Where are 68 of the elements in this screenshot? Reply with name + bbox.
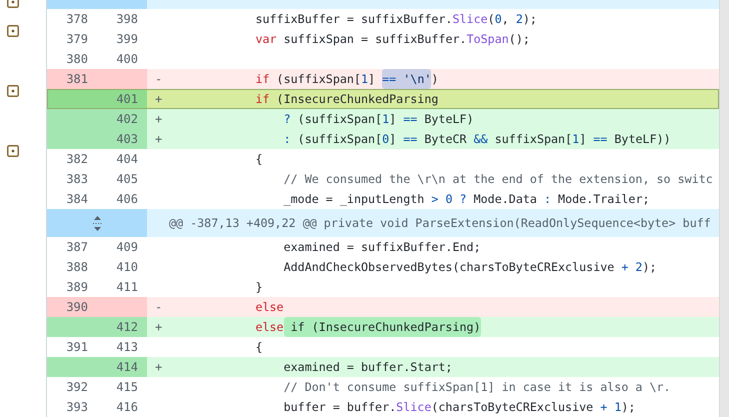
code-line: else bbox=[254, 299, 284, 316]
line-number: 379 bbox=[66, 31, 88, 48]
diff-row[interactable]: 412 + else if (InsecureChunkedParsing) bbox=[47, 317, 719, 337]
diff-sign: + bbox=[155, 132, 162, 146]
line-number: 415 bbox=[116, 379, 138, 396]
line-number: 409 bbox=[116, 239, 138, 256]
code-line: { bbox=[254, 151, 262, 168]
code-line: if (suffixSpan[1] == '\n') bbox=[171, 69, 438, 89]
diff-row[interactable]: 403 + : (suffixSpan[0] == ByteCR && suffixSpan[1] == ByteLF)) bbox=[47, 129, 719, 149]
code-line: // We consumed the \r\n at the end of the extension, so switc bbox=[282, 171, 713, 188]
diff-row[interactable]: 401 + if (InsecureChunkedParsing bbox=[47, 89, 719, 109]
line-number: 388 bbox=[66, 259, 88, 276]
scrollbar[interactable] bbox=[719, 0, 729, 417]
line-number: 401 bbox=[116, 91, 138, 108]
line-number: 404 bbox=[116, 151, 138, 168]
line-number: 413 bbox=[116, 339, 138, 356]
diff-row[interactable]: 402 + ? (suffixSpan[1] == ByteLF) bbox=[47, 109, 719, 129]
code-line: { bbox=[254, 339, 262, 356]
line-number: 387 bbox=[66, 239, 88, 256]
line-number: 416 bbox=[116, 399, 138, 416]
line-number: 400 bbox=[116, 51, 138, 68]
code-line: var suffixSpan = suffixBuffer.ToSpan(); bbox=[254, 31, 530, 48]
line-number: 382 bbox=[66, 151, 88, 168]
line-number: 403 bbox=[116, 131, 138, 148]
diff-sign: - bbox=[155, 300, 162, 314]
line-number: 378 bbox=[66, 11, 88, 28]
code-line: // Don't consume suffixSpan[1] in case it is also a \r. bbox=[282, 379, 671, 396]
line-number: 411 bbox=[116, 279, 138, 296]
expand-icon[interactable] bbox=[92, 216, 102, 230]
line-number: 391 bbox=[66, 339, 88, 356]
line-number: 381 bbox=[66, 71, 88, 88]
line-number: 398 bbox=[116, 11, 138, 28]
diff-row[interactable]: 381 - if (suffixSpan[1] == '\n') bbox=[47, 69, 719, 89]
diff-sign: + bbox=[155, 320, 162, 334]
line-number: 390 bbox=[66, 299, 88, 316]
diff-sign: + bbox=[155, 92, 162, 106]
diff-sign: + bbox=[155, 360, 162, 374]
code-line: suffixBuffer = suffixBuffer.Slice(0, 2); bbox=[254, 11, 537, 28]
code-line: } bbox=[254, 279, 262, 296]
code-line: examined = suffixBuffer.End; bbox=[282, 239, 481, 256]
bookmark-icon[interactable] bbox=[7, 85, 19, 97]
line-number: 410 bbox=[116, 259, 138, 276]
bookmark-icon[interactable] bbox=[7, 145, 19, 157]
code-line: : (suffixSpan[0] == ByteCR && suffixSpan[1] == ByteLF)) bbox=[282, 131, 671, 148]
line-number: 392 bbox=[66, 379, 88, 396]
code-line: _mode = _inputLength > 0 ? Mode.Data : Mode.Trailer; bbox=[282, 191, 650, 208]
code-line: examined = buffer.Start; bbox=[282, 359, 452, 376]
line-number: 380 bbox=[66, 51, 88, 68]
line-number: 384 bbox=[66, 191, 88, 208]
code-line: ? (suffixSpan[1] == ByteLF) bbox=[282, 111, 474, 128]
bookmark-icon[interactable] bbox=[7, 25, 19, 37]
code-line: buffer = buffer.Slice(charsToByteCRExclusive + 1); bbox=[282, 399, 636, 416]
line-number: 412 bbox=[116, 319, 138, 336]
code-line: if (InsecureChunkedParsing bbox=[254, 91, 438, 108]
diff-row[interactable]: 414 + examined = buffer.Start; bbox=[47, 357, 719, 377]
line-number: 414 bbox=[116, 359, 138, 376]
code-line: AddAndCheckObservedBytes(charsToByteCRExclusive + 2); bbox=[282, 259, 657, 276]
line-number: 389 bbox=[66, 279, 88, 296]
line-number: 393 bbox=[66, 399, 88, 416]
line-number: 402 bbox=[116, 111, 138, 128]
line-number: 405 bbox=[116, 171, 138, 188]
hunk-header-text: @@ -387,13 +409,22 @@ private void ParseExtension(ReadOnlySequence<byte> buff bbox=[168, 215, 711, 232]
diff-sign: - bbox=[155, 72, 162, 86]
diff-sign: + bbox=[155, 112, 162, 126]
line-number: 399 bbox=[116, 31, 138, 48]
line-number: 406 bbox=[116, 191, 138, 208]
line-number: 383 bbox=[66, 171, 88, 188]
diff-row[interactable]: 390 - else bbox=[47, 297, 719, 317]
